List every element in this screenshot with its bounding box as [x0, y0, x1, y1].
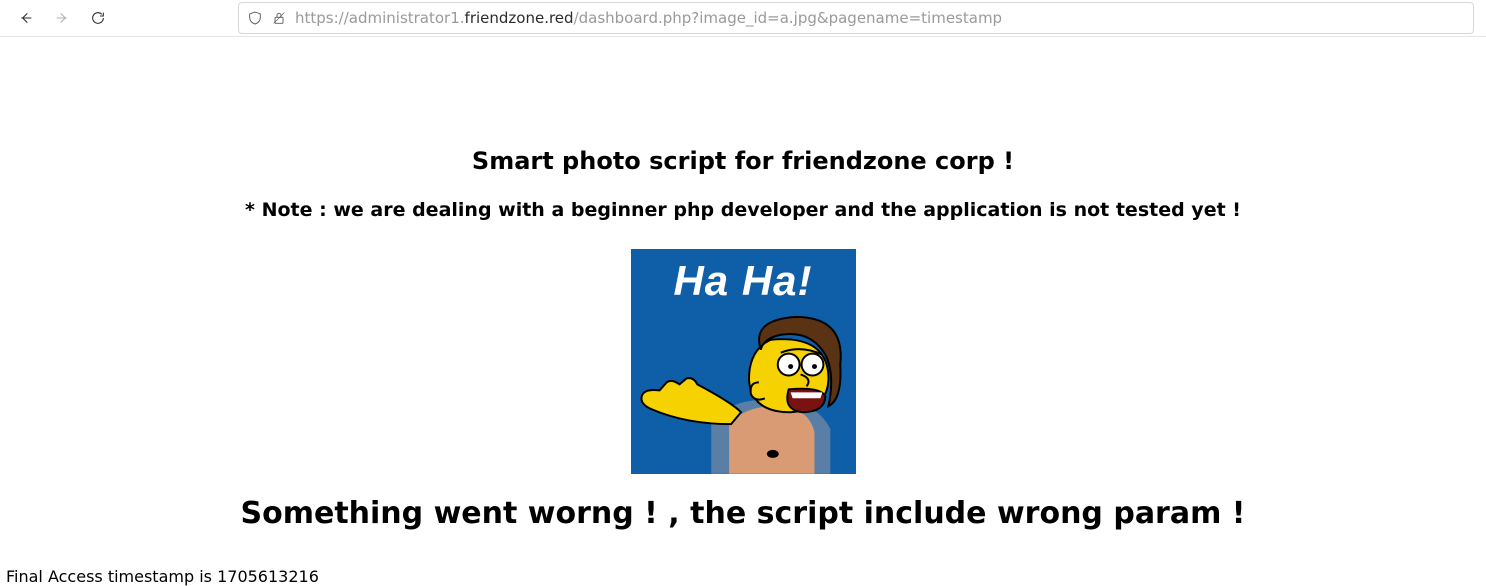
- page-content: Smart photo script for friendzone corp !…: [0, 147, 1486, 586]
- page-title: Smart photo script for friendzone corp !: [0, 147, 1486, 175]
- url-host: friendzone.red: [465, 9, 574, 27]
- url-subdomain: administrator1.: [349, 9, 465, 27]
- url-text: https://administrator1.friendzone.red/da…: [295, 9, 1002, 27]
- meme-caption: Ha Ha!: [631, 257, 856, 305]
- url-scheme: https://: [295, 9, 349, 27]
- page-note: * Note : we are dealing with a beginner …: [0, 199, 1486, 221]
- browser-toolbar: https://administrator1.friendzone.red/da…: [0, 0, 1486, 37]
- reload-button[interactable]: [84, 4, 112, 32]
- nelson-cartoon-icon: [631, 305, 856, 474]
- back-button[interactable]: [12, 4, 40, 32]
- reload-icon: [90, 10, 106, 26]
- shield-icon: [247, 10, 263, 26]
- timestamp-line: Final Access timestamp is 1705613216: [6, 567, 1486, 586]
- meme-image: Ha Ha!: [631, 249, 856, 474]
- error-heading: Something went worng ! , the script incl…: [0, 496, 1486, 531]
- forward-button[interactable]: [48, 4, 76, 32]
- address-bar[interactable]: https://administrator1.friendzone.red/da…: [238, 2, 1474, 34]
- image-container: Ha Ha!: [0, 249, 1486, 474]
- lock-icon: [271, 10, 287, 26]
- arrow-right-icon: [54, 10, 70, 26]
- url-path: /dashboard.php?image_id=a.jpg&pagename=t…: [574, 9, 1003, 27]
- arrow-left-icon: [18, 10, 34, 26]
